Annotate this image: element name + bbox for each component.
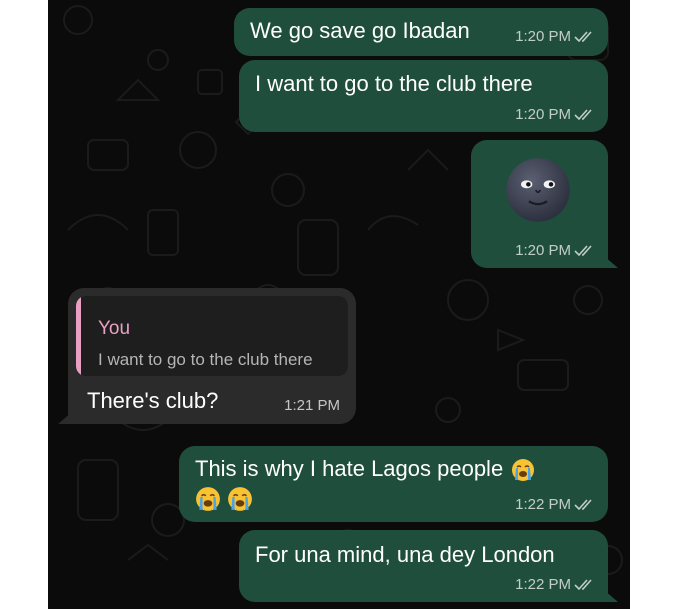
quoted-author: You bbox=[98, 318, 131, 339]
message-text: We go save go Ibadan bbox=[250, 18, 470, 43]
emoji-row bbox=[195, 486, 253, 512]
message-bubble[interactable]: I want to go to the club there 1:20 PM bbox=[239, 60, 608, 132]
double-check-icon bbox=[574, 244, 592, 256]
message-time: 1:22 PM bbox=[515, 496, 571, 513]
message-meta: 1:20 PM bbox=[515, 28, 596, 45]
new-moon-face-emoji bbox=[506, 158, 570, 222]
quoted-message[interactable]: You I want to go to the club there bbox=[76, 296, 348, 376]
quoted-text: I want to go to the club there bbox=[98, 350, 313, 369]
bubble-tail bbox=[58, 412, 72, 424]
message-time: 1:20 PM bbox=[515, 106, 571, 123]
chat-area[interactable]: We go save go Ibadan 1:20 PM I want to g… bbox=[48, 0, 630, 609]
message-bubble[interactable]: For una mind, una dey London 1:22 PM bbox=[239, 530, 608, 602]
message-meta: 1:20 PM bbox=[515, 106, 596, 123]
message-text: I want to go to the club there bbox=[255, 71, 533, 96]
message-time: 1:21 PM bbox=[284, 397, 340, 414]
message-meta: 1:22 PM bbox=[515, 496, 596, 513]
loudly-crying-face-emoji bbox=[228, 487, 252, 511]
bubble-tail bbox=[604, 256, 618, 268]
message-text: This is why I hate Lagos people bbox=[195, 456, 535, 482]
double-check-icon bbox=[574, 498, 592, 510]
message-meta: 1:20 PM bbox=[515, 242, 596, 259]
double-check-icon bbox=[574, 108, 592, 120]
message-meta: 1:22 PM bbox=[515, 576, 596, 593]
double-check-icon bbox=[574, 30, 592, 42]
message-text: There's club? bbox=[87, 388, 219, 413]
double-check-icon bbox=[574, 578, 592, 590]
quote-bar bbox=[76, 296, 81, 376]
message-time: 1:20 PM bbox=[515, 28, 571, 45]
message-bubble[interactable]: We go save go Ibadan 1:20 PM bbox=[234, 8, 608, 56]
bubble-tail bbox=[604, 590, 618, 602]
message-bubble[interactable]: 1:20 PM bbox=[471, 140, 608, 268]
loudly-crying-face-emoji bbox=[196, 487, 220, 511]
message-text-body: This is why I hate Lagos people bbox=[195, 456, 504, 481]
message-meta: 1:21 PM bbox=[284, 397, 340, 414]
message-time: 1:20 PM bbox=[515, 242, 571, 259]
message-text: For una mind, una dey London bbox=[255, 542, 555, 567]
loudly-crying-face-emoji bbox=[512, 459, 535, 482]
message-time: 1:22 PM bbox=[515, 576, 571, 593]
message-bubble[interactable]: You I want to go to the club there There… bbox=[68, 288, 356, 424]
message-bubble[interactable]: This is why I hate Lagos people 1:22 PM bbox=[179, 446, 608, 522]
